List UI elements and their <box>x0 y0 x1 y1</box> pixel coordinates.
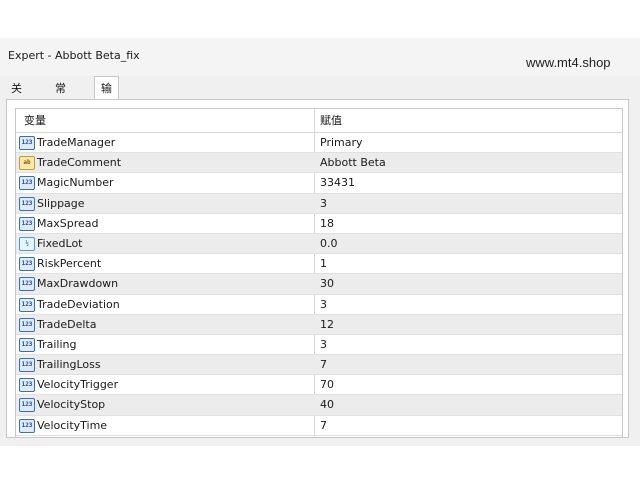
integer-type-icon: 123 <box>19 136 35 150</box>
parameter-name: MagicNumber <box>37 176 114 190</box>
table-row[interactable]: 123 TradeDelta 12 <box>16 314 622 335</box>
table-row[interactable]: ab TradeComment Abbott Beta <box>16 153 622 174</box>
table-row[interactable]: 123 VelocityStop 40 <box>16 395 622 416</box>
table-row[interactable]: ½ FixedLot 0.0 <box>16 233 622 255</box>
table-row[interactable]: 123 MagicNumber 33431 <box>16 173 622 194</box>
table-row[interactable]: 123 Trailing 3 <box>16 335 622 356</box>
table-row[interactable]: 123 TradeManager Primary <box>16 133 622 154</box>
integer-type-icon: 123 <box>19 337 35 352</box>
integer-type-icon: 123 <box>19 378 35 393</box>
table-row[interactable]: 123 TradeDeviation 3 <box>16 295 622 315</box>
integer-type-icon: 123 <box>19 176 35 191</box>
watermark-text: www.mt4.shop <box>526 55 611 70</box>
integer-type-icon: 123 <box>19 216 35 231</box>
parameter-name: TradeManager <box>37 136 116 149</box>
double-type-icon: ½ <box>19 236 35 251</box>
input-parameters-panel: 变量 赋值 123 TradeManager Primary ab TradeComme… <box>6 99 629 438</box>
table-header: 变量 赋值 <box>16 109 622 133</box>
bottom-margin <box>0 446 640 480</box>
parameter-value[interactable]: 33431 <box>320 173 355 192</box>
parameter-value[interactable]: 3 <box>320 295 327 314</box>
column-header-value[interactable]: 赋值 <box>320 109 342 132</box>
parameter-value[interactable]: 3 <box>320 194 327 213</box>
integer-type-icon: 123 <box>19 317 35 332</box>
parameter-value[interactable]: Abbott Beta <box>320 153 386 172</box>
parameter-name: MaxSpread <box>37 216 99 230</box>
tab-common[interactable]: 常用 <box>50 78 71 117</box>
table-row[interactable]: 123 MaxSpread 18 <box>16 214 622 234</box>
tab-about[interactable]: 关于 <box>6 78 27 117</box>
table-row[interactable]: 123 VelocityTrigger 70 <box>16 375 622 396</box>
parameter-value[interactable]: 3 <box>320 335 327 354</box>
integer-type-icon: 123 <box>19 257 35 272</box>
string-type-icon: ab <box>19 156 35 171</box>
integer-type-icon: 123 <box>19 277 35 292</box>
parameter-name: VelocityStop <box>37 398 106 412</box>
parameter-name: TradeDelta <box>37 317 97 331</box>
table-row[interactable]: 123 TrailingLoss 7 <box>16 355 622 376</box>
parameter-value[interactable]: 30 <box>320 274 334 293</box>
parameter-value[interactable]: 40 <box>320 395 334 414</box>
integer-type-icon: 123 <box>19 358 35 373</box>
column-header-variable[interactable]: 变量 <box>24 109 46 132</box>
parameter-value[interactable]: 70 <box>320 375 334 394</box>
integer-type-icon: 123 <box>19 297 35 312</box>
parameter-value[interactable]: 7 <box>320 355 327 374</box>
parameter-name: VelocityTrigger <box>37 378 119 392</box>
parameters-table: 变量 赋值 123 TradeManager Primary ab TradeComme… <box>15 108 623 438</box>
parameter-name: FixedLot <box>37 236 83 250</box>
parameter-value[interactable]: 7 <box>320 416 327 435</box>
expert-properties-dialog: 关于 常用 输入参数 变量 赋值 123TradeManagerPrimarya… <box>0 76 640 446</box>
parameter-value[interactable]: 12 <box>320 315 334 334</box>
parameter-name: Trailing <box>37 337 77 351</box>
top-margin <box>0 0 640 38</box>
integer-type-icon: 123 <box>19 418 35 433</box>
parameter-value[interactable]: 18 <box>320 214 334 233</box>
parameter-name: RiskPercent <box>37 257 102 271</box>
table-body: 123 TradeManager Primary ab TradeComment Abbo… <box>16 133 622 436</box>
parameter-value[interactable]: 1 <box>320 254 327 273</box>
table-row[interactable]: 123 VelocityTime 7 <box>16 416 622 436</box>
table-row[interactable]: 123 Slippage 3 <box>16 193 622 214</box>
parameter-value[interactable]: Primary <box>320 133 363 152</box>
integer-type-icon: 123 <box>19 196 35 211</box>
integer-type-icon: 123 <box>19 398 35 413</box>
parameter-name: MaxDrawdown <box>37 277 119 291</box>
window-title: Expert - Abbott Beta_fix <box>8 49 140 62</box>
table-row[interactable]: 123 RiskPercent 1 <box>16 254 622 275</box>
parameter-name: VelocityTime <box>37 418 108 432</box>
parameter-name: TradeDeviation <box>37 297 120 311</box>
parameter-name: Slippage <box>37 196 85 210</box>
parameter-value[interactable]: 0.0 <box>320 234 338 253</box>
parameter-name: TrailingLoss <box>37 358 101 372</box>
table-row[interactable]: 123 MaxDrawdown 30 <box>16 274 622 295</box>
parameter-name: TradeComment <box>37 156 122 170</box>
